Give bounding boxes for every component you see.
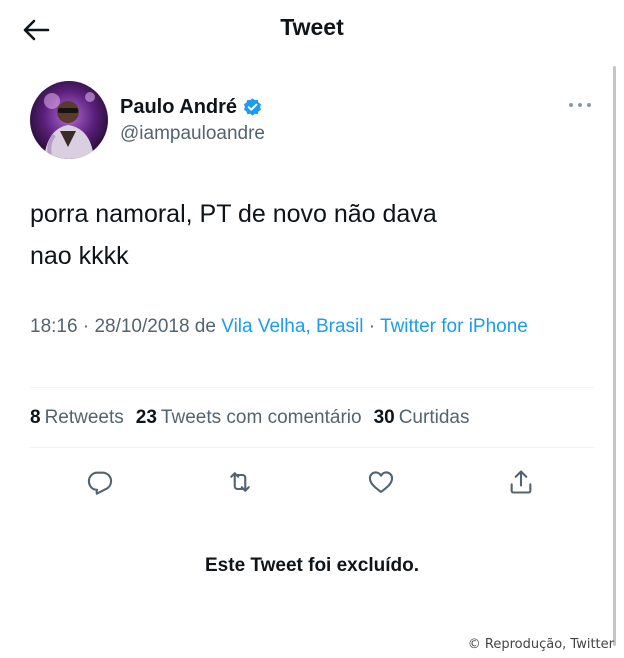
more-icon [569, 103, 591, 107]
tweet-actions [0, 462, 624, 502]
quotes-count: 23 [135, 407, 157, 428]
tweet-author: Paulo André @iampauloandre [30, 80, 265, 160]
retweets-count: 8 [30, 407, 41, 428]
reply-button[interactable] [80, 462, 120, 502]
meta-separator: · [363, 316, 381, 337]
tweet-source-link[interactable]: Twitter for iPhone [380, 316, 528, 337]
tweet-stats: 8 Retweets 23 Tweets com comentário 30 C… [30, 403, 481, 433]
share-icon [510, 470, 532, 494]
likes-label: Curtidas [398, 407, 470, 428]
retweets-label: Retweets [44, 407, 124, 428]
verified-badge-icon [242, 97, 263, 118]
heart-icon [368, 471, 394, 493]
image-credit: © Reprodução, Twitter [467, 637, 614, 652]
deleted-tweet-notice: Este Tweet foi excluído. [205, 555, 419, 576]
tweet-text-line: nao kkkk [30, 242, 129, 270]
retweet-icon [230, 472, 250, 492]
tweet-text: porra namoral, PT de novo não dava nao k… [30, 193, 590, 277]
avatar[interactable] [30, 81, 108, 159]
tweet-meta: 18:16 · 28/10/2018 de Vila Velha, Brasil… [30, 312, 590, 342]
share-button[interactable] [501, 462, 541, 502]
retweet-button[interactable] [220, 462, 260, 502]
quotes-label: Tweets com comentário [160, 407, 362, 428]
meta-from: de [189, 316, 222, 337]
quote-tweets-stat[interactable]: 23 Tweets com comentário [136, 407, 362, 429]
more-options-button[interactable] [566, 96, 594, 114]
likes-stat[interactable]: 30 Curtidas [374, 407, 470, 429]
author-name[interactable]: Paulo André [120, 96, 237, 119]
divider [30, 447, 594, 448]
meta-separator: · [77, 316, 95, 337]
author-handle[interactable]: @iampauloandre [120, 123, 265, 145]
author-names: Paulo André @iampauloandre [120, 96, 265, 145]
retweets-stat[interactable]: 8 Retweets [30, 407, 124, 429]
tweet-text-line: porra namoral, PT de novo não dava [30, 200, 437, 228]
likes-count: 30 [373, 407, 395, 428]
reply-icon [87, 471, 113, 495]
tweet-time[interactable]: 18:16 [30, 316, 78, 337]
divider [30, 387, 594, 388]
name-row: Paulo André [120, 96, 265, 119]
page-title: Tweet [280, 14, 344, 40]
top-bar: Tweet [0, 0, 624, 60]
tweet-location-link[interactable]: Vila Velha, Brasil [221, 316, 363, 337]
tweet-date[interactable]: 28/10/2018 [94, 316, 189, 337]
like-button[interactable] [361, 462, 401, 502]
